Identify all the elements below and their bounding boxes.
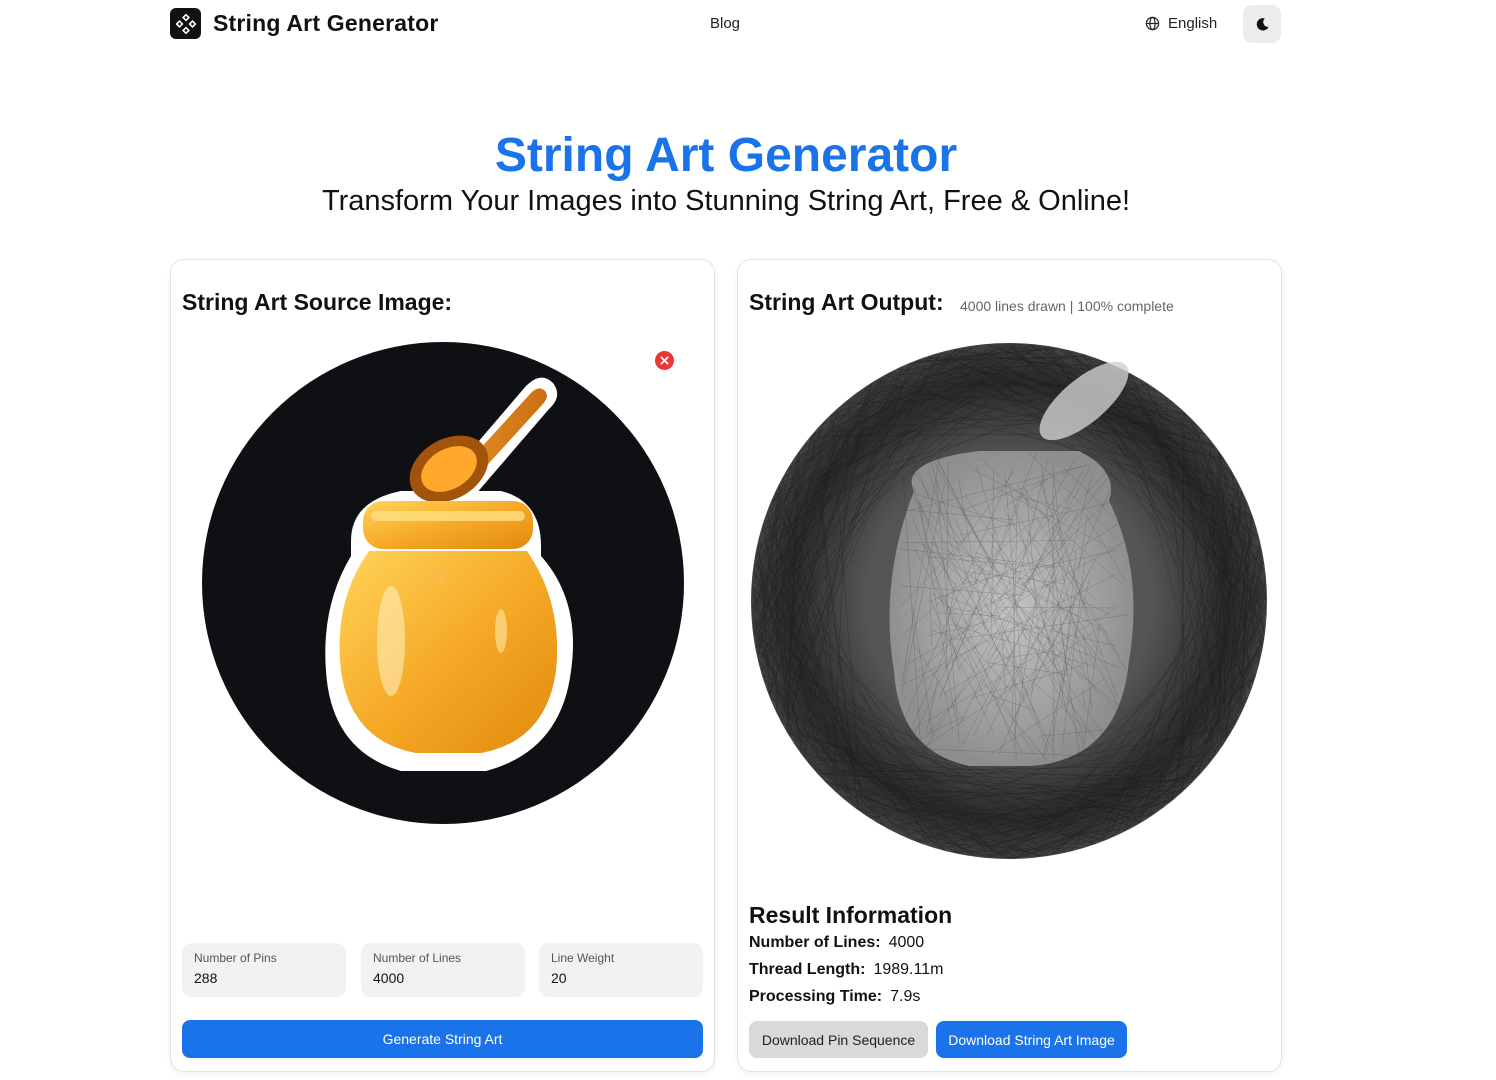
output-card: String Art Output: 4000 lines drawn | 10… — [737, 259, 1282, 1072]
param-label: Number of Pins — [194, 951, 277, 965]
result-label: Processing Time: — [749, 988, 883, 1005]
brand[interactable]: String Art Generator — [170, 8, 439, 39]
param-label: Line Weight — [551, 951, 615, 965]
brand-title: String Art Generator — [213, 10, 439, 36]
result-label: Number of Lines: — [749, 934, 881, 951]
source-image — [201, 341, 685, 830]
globe-icon — [1145, 16, 1160, 31]
param-number-of-lines[interactable]: Number of Lines 4000 — [361, 943, 525, 997]
result-processing-time: Processing Time: 7.9s — [749, 988, 920, 1006]
diamond-grid-icon — [170, 8, 201, 39]
output-status: 4000 lines drawn | 100% complete — [960, 298, 1174, 314]
result-label: Thread Length: — [749, 961, 866, 978]
page-subtitle: Transform Your Images into Stunning Stri… — [321, 185, 1131, 217]
param-value[interactable]: 288 — [194, 970, 217, 986]
generate-button[interactable]: Generate String Art — [182, 1020, 703, 1058]
param-number-of-pins[interactable]: Number of Pins 288 — [182, 943, 346, 997]
result-number-of-lines: Number of Lines: 4000 — [749, 934, 924, 952]
param-line-weight[interactable]: Line Weight 20 — [539, 943, 703, 997]
result-heading: Result Information — [749, 902, 953, 928]
remove-image-button[interactable] — [655, 351, 674, 370]
language-selector[interactable]: English — [1145, 15, 1217, 32]
page-title: String Art Generator — [494, 129, 958, 182]
top-navigation: String Art Generator Blog English — [0, 0, 1496, 50]
result-value: 7.9s — [890, 988, 921, 1005]
theme-toggle-button[interactable] — [1243, 5, 1281, 43]
close-circle-icon — [660, 356, 669, 365]
string-art-output-image — [749, 341, 1270, 867]
download-image-button[interactable]: Download String Art Image — [936, 1021, 1127, 1058]
moon-icon — [1256, 17, 1269, 30]
language-label: English — [1168, 15, 1218, 32]
result-thread-length: Thread Length: 1989.11m — [749, 961, 943, 979]
result-value: 4000 — [888, 934, 925, 951]
param-value[interactable]: 4000 — [373, 970, 404, 986]
output-heading: String Art Output: — [749, 289, 944, 315]
nav-link-blog[interactable]: Blog — [710, 15, 740, 32]
source-image-card: String Art Source Image: Number of Pins … — [170, 259, 715, 1072]
source-heading: String Art Source Image: — [182, 289, 453, 315]
result-value: 1989.11m — [873, 961, 944, 978]
param-label: Number of Lines — [373, 951, 462, 965]
param-value[interactable]: 20 — [551, 970, 567, 986]
download-pin-sequence-button[interactable]: Download Pin Sequence — [749, 1021, 928, 1058]
